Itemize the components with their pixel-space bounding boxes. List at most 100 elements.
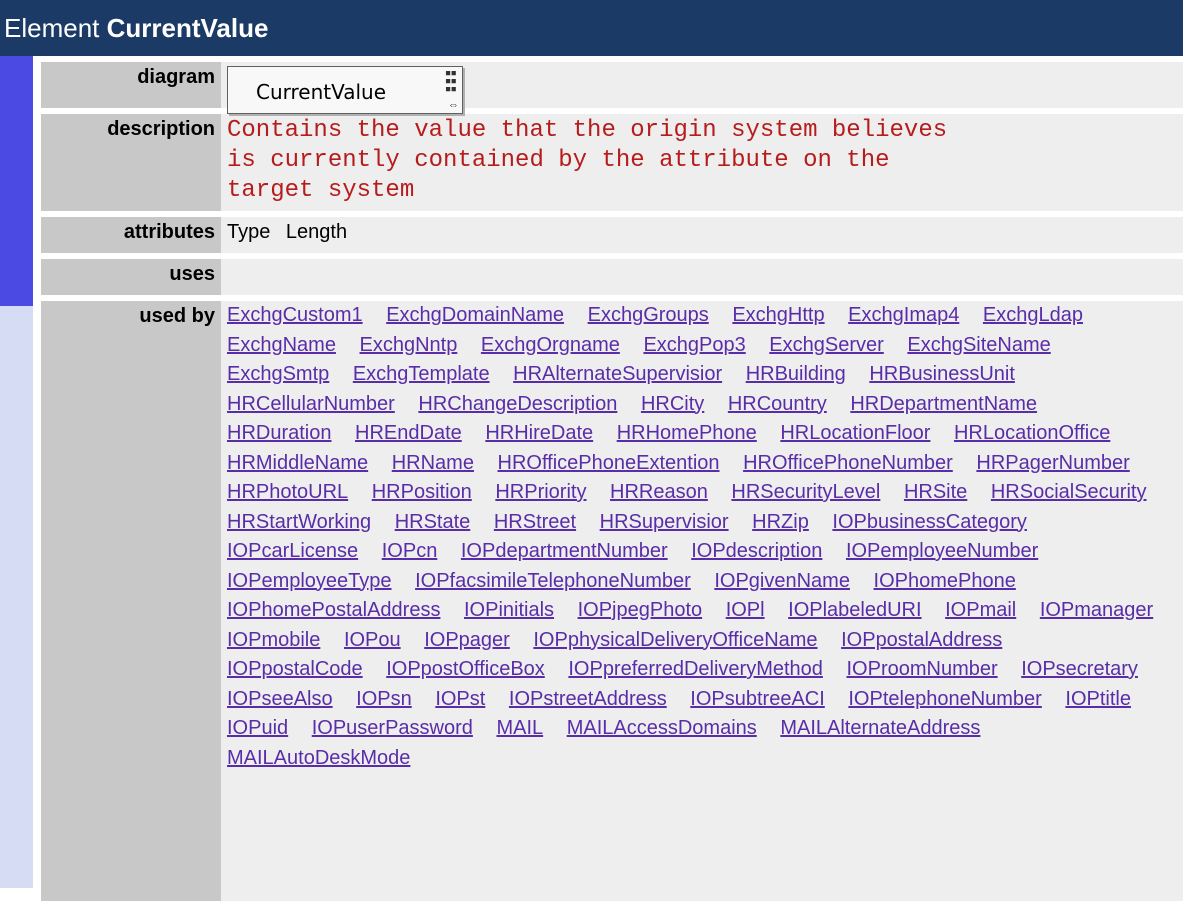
used-by-link[interactable]: HRSite (904, 481, 967, 503)
used-by-link[interactable]: ExchgPop3 (643, 334, 745, 356)
used-by-link[interactable]: HRMiddleName (227, 452, 368, 474)
used-by-link[interactable]: IOPpostOfficeBox (386, 658, 545, 680)
used-by-link[interactable]: ExchgName (227, 334, 336, 356)
used-by-link[interactable]: IOPpostalAddress (841, 629, 1002, 651)
used-by-link[interactable]: HRCountry (728, 393, 827, 415)
used-by-link[interactable]: IOPfacsimileTelephoneNumber (415, 570, 691, 592)
used-by-link[interactable]: HRHireDate (485, 422, 593, 444)
used-by-link[interactable]: HRLocationFloor (780, 422, 930, 444)
used-by-link[interactable]: MAILAutoDeskMode (227, 747, 410, 769)
used-by-link[interactable]: HRSecurityLevel (731, 481, 880, 503)
attribute-type: Type (227, 221, 271, 243)
used-by-link[interactable]: HRSupervisior (600, 511, 729, 533)
used-by-link[interactable]: HRPosition (372, 481, 472, 503)
used-by-link[interactable]: IOPsubtreeACI (690, 688, 825, 710)
label-used-by: used by (41, 301, 221, 901)
used-by-link[interactable]: IOPsn (356, 688, 412, 710)
used-by-link[interactable]: HRStartWorking (227, 511, 371, 533)
used-by-link[interactable]: ExchgCustom1 (227, 304, 363, 326)
used-by-link[interactable]: IOPhomePhone (874, 570, 1016, 592)
used-by-link[interactable]: IOPseeAlso (227, 688, 333, 710)
value-diagram: CurrentValue ▪▪ ▪▪ ▪▪ ⇔ (221, 62, 1183, 114)
used-by-link[interactable]: IOPst (435, 688, 485, 710)
used-by-link[interactable]: ExchgServer (769, 334, 884, 356)
used-by-link[interactable]: ExchgSmtp (227, 363, 329, 385)
used-by-link[interactable]: IOPlabeledURI (788, 599, 921, 621)
used-by-link[interactable]: HRCity (641, 393, 704, 415)
used-by-link[interactable]: IOPuserPassword (312, 717, 473, 739)
used-by-link[interactable]: MAILAlternateAddress (780, 717, 980, 739)
used-by-link[interactable]: IOPdepartmentNumber (461, 540, 668, 562)
used-by-link[interactable]: HRDepartmentName (850, 393, 1037, 415)
used-by-link[interactable]: ExchgDomainName (386, 304, 564, 326)
used-by-link[interactable]: HRPhotoURL (227, 481, 348, 503)
used-by-link[interactable]: IOPphysicalDeliveryOfficeName (533, 629, 817, 651)
used-by-link[interactable]: IOPtitle (1065, 688, 1131, 710)
used-by-link[interactable]: ExchgOrgname (481, 334, 620, 356)
used-by-link[interactable]: IOPsecretary (1021, 658, 1138, 680)
used-by-link[interactable]: IOPmanager (1040, 599, 1153, 621)
used-by-link[interactable]: HRLocationOffice (954, 422, 1110, 444)
used-by-link[interactable]: IOPstreetAddress (509, 688, 667, 710)
used-by-link[interactable]: HRZip (752, 511, 809, 533)
row-used-by: used by ExchgCustom1 ExchgDomainName Exc… (41, 301, 1183, 901)
used-by-link[interactable]: IOPuid (227, 717, 288, 739)
used-by-link[interactable]: IOPinitials (464, 599, 554, 621)
used-by-link[interactable]: IOProomNumber (846, 658, 997, 680)
label-attributes: attributes (41, 217, 221, 253)
used-by-link[interactable]: IOPcarLicense (227, 540, 358, 562)
used-by-link[interactable]: HRStreet (494, 511, 576, 533)
uses-value (221, 259, 1183, 295)
used-by-link[interactable]: HRPriority (495, 481, 586, 503)
used-by-link[interactable]: IOPhomePostalAddress (227, 599, 440, 621)
side-stripe-accent (0, 56, 33, 306)
attribute-length: Length (285, 221, 348, 243)
page-title: Element CurrentValue (0, 0, 1183, 56)
used-by-link[interactable]: IOPcn (382, 540, 438, 562)
used-by-link[interactable]: HROfficePhoneExtention (498, 452, 720, 474)
used-by-link[interactable]: IOPemployeeType (227, 570, 392, 592)
description-text: Contains the value that the origin syste… (221, 114, 1183, 211)
used-by-link[interactable]: IOPemployeeNumber (846, 540, 1038, 562)
used-by-link[interactable]: HRDuration (227, 422, 331, 444)
used-by-link[interactable]: IOPl (726, 599, 765, 621)
used-by-link[interactable]: ExchgGroups (588, 304, 709, 326)
used-by-link[interactable]: IOPpager (424, 629, 510, 651)
used-by-link[interactable]: HRBuilding (746, 363, 846, 385)
used-by-link[interactable]: HROfficePhoneNumber (743, 452, 953, 474)
used-by-link[interactable]: IOPtelephoneNumber (848, 688, 1041, 710)
used-by-link[interactable]: ExchgLdap (983, 304, 1083, 326)
used-by-link[interactable]: HRCellularNumber (227, 393, 395, 415)
row-attributes: attributes Type Length (41, 217, 1183, 253)
used-by-link[interactable]: IOPgivenName (714, 570, 850, 592)
diagram-element-box[interactable]: CurrentValue ▪▪ ▪▪ ▪▪ ⇔ (227, 66, 463, 114)
used-by-link[interactable]: IOPou (344, 629, 401, 651)
used-by-link[interactable]: HRSocialSecurity (991, 481, 1147, 503)
used-by-link[interactable]: ExchgSiteName (907, 334, 1050, 356)
element-table: diagram CurrentValue ▪▪ ▪▪ ▪▪ ⇔ descriptio… (41, 56, 1183, 901)
used-by-link[interactable]: HRName (392, 452, 474, 474)
used-by-link[interactable]: IOPmobile (227, 629, 320, 651)
label-diagram: diagram (41, 62, 221, 108)
used-by-link[interactable]: HRHomePhone (617, 422, 757, 444)
used-by-link[interactable]: HRAlternateSupervisior (513, 363, 722, 385)
used-by-link[interactable]: MAILAccessDomains (567, 717, 757, 739)
used-by-link[interactable]: IOPpostalCode (227, 658, 363, 680)
used-by-link[interactable]: IOPmail (945, 599, 1016, 621)
used-by-link[interactable]: HRChangeDescription (418, 393, 617, 415)
used-by-link[interactable]: HRBusinessUnit (869, 363, 1015, 385)
used-by-link[interactable]: MAIL (496, 717, 543, 739)
used-by-link[interactable]: HRReason (610, 481, 708, 503)
used-by-link[interactable]: HREndDate (355, 422, 462, 444)
used-by-link[interactable]: IOPjpegPhoto (578, 599, 703, 621)
used-by-link[interactable]: ExchgHttp (732, 304, 824, 326)
used-by-link[interactable]: ExchgNntp (360, 334, 458, 356)
used-by-link[interactable]: IOPbusinessCategory (832, 511, 1027, 533)
used-by-link[interactable]: ExchgImap4 (848, 304, 959, 326)
used-by-link[interactable]: ExchgTemplate (353, 363, 490, 385)
used-by-link[interactable]: IOPpreferredDeliveryMethod (568, 658, 823, 680)
attributes-list: Type Length (221, 217, 1183, 253)
used-by-link[interactable]: HRPagerNumber (976, 452, 1129, 474)
used-by-link[interactable]: IOPdescription (691, 540, 822, 562)
used-by-link[interactable]: HRState (395, 511, 471, 533)
